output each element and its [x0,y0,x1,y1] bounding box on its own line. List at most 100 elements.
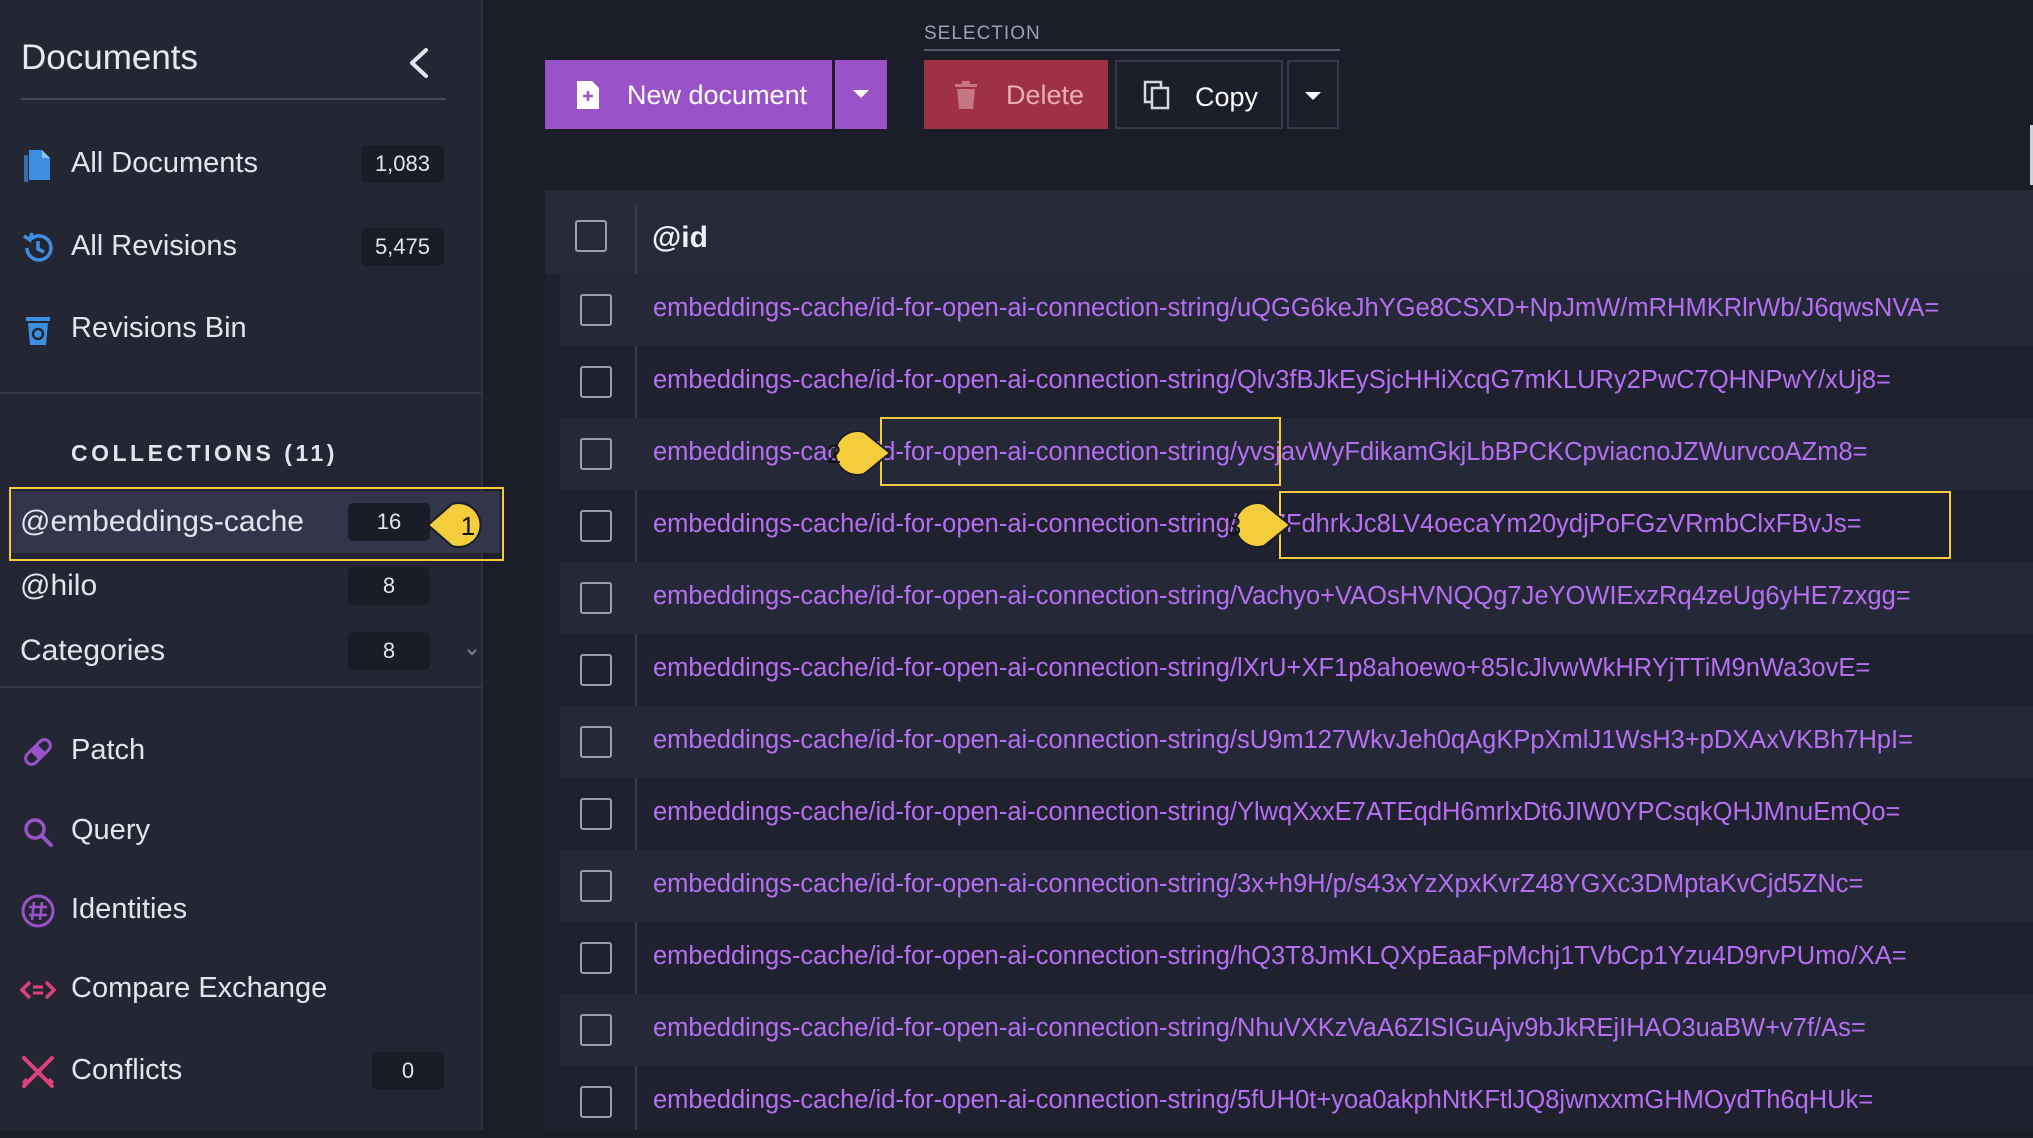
annotation-badge-1: 1 [426,502,482,548]
document-id-link[interactable]: embeddings-cache/id-for-open-ai-connecti… [653,798,1900,827]
table-row[interactable]: embeddings-cache/id-for-open-ai-connecti… [560,634,2033,706]
copy-label: Copy [1195,82,1259,112]
row-checkbox[interactable] [580,654,612,686]
count-badge: 5,475 [360,228,444,266]
table-row[interactable]: embeddings-cache/id-for-open-ai-connecti… [560,850,2033,922]
document-id-link[interactable]: embeddings-cache/id-for-open-ai-connecti… [653,294,1939,323]
sidebar-item-label: Conflicts [71,1054,183,1086]
new-file-icon [577,81,599,109]
copy-button[interactable]: Copy [1115,60,1283,129]
count-badge: 8 [348,632,430,670]
count-badge: 8 [348,567,430,605]
sidebar-item-all-documents[interactable]: All Documents 1,083 [20,135,446,195]
sidebar-item-compare-exchange[interactable]: Compare Exchange [20,960,446,1020]
divider [0,686,483,688]
annotation-number: 1 [461,511,475,541]
collection-name: Categories [20,634,166,667]
row-checkbox[interactable] [580,1014,612,1046]
annotation-number: 3 [1227,511,1241,541]
sidebar-header: Documents [21,20,446,100]
document-id-link[interactable]: embeddings-cache/id-for-open-ai-connecti… [653,870,1863,899]
sidebar-item-patch[interactable]: Patch [20,722,446,782]
sidebar-item-identities[interactable]: Identities [20,881,446,941]
table-row[interactable]: embeddings-cache/id-for-open-ai-connecti… [560,418,2033,490]
trash-icon [955,81,977,109]
select-all-checkbox[interactable] [575,220,607,252]
highlight-box-id-suffix [1279,491,1951,559]
copy-icon [1143,80,1170,110]
delete-label: Delete [1006,80,1085,110]
row-checkbox[interactable] [580,366,612,398]
count-badge: 1,083 [360,145,444,183]
sidebar-item-label: Query [71,814,150,846]
scroll-down-icon[interactable] [466,647,478,657]
row-checkbox[interactable] [580,942,612,974]
row-checkbox[interactable] [580,438,612,470]
sidebar-item-conflicts[interactable]: Conflicts 0 [20,1042,446,1102]
table-row[interactable]: embeddings-cache/id-for-open-ai-connecti… [560,994,2033,1066]
search-icon [24,818,53,847]
collection-name: @hilo [20,569,98,602]
row-checkbox[interactable] [580,1086,612,1118]
caret-down-icon [853,90,869,98]
documents-icon [24,150,50,182]
documents-table: @id embeddings-cache/id-for-open-ai-conn… [545,190,2033,1130]
new-document-dropdown-button[interactable] [835,60,887,129]
document-id-link[interactable]: embeddings-cache/id-for-open-ai-connecti… [653,366,1891,395]
sidebar-item-query[interactable]: Query [20,802,446,862]
hash-icon [21,894,55,928]
sidebar: Documents All Documents 1,083 All Revisi… [0,0,500,1130]
sidebar-item-label: Compare Exchange [71,972,328,1004]
table-row[interactable]: embeddings-cache/id-for-open-ai-connecti… [560,562,2033,634]
row-checkbox[interactable] [580,798,612,830]
sidebar-item-label: Identities [71,893,188,925]
document-id-link[interactable]: embeddings-cache/id-for-open-ai-connecti… [653,582,1911,611]
delete-button[interactable]: Delete [924,60,1108,129]
conflicts-icon [21,1056,55,1088]
highlight-box-id-prefix [880,417,1281,486]
count-badge: 0 [372,1052,444,1090]
compare-exchange-icon [20,980,56,1000]
sidebar-item-label: All Documents [71,147,258,179]
annotation-badge-2: 2 [827,430,892,476]
selection-label: SELECTION [924,23,1041,44]
copy-dropdown-button[interactable] [1287,60,1339,129]
document-id-link[interactable]: embeddings-cache/id-for-open-ai-connecti… [653,1014,1866,1043]
sidebar-title: Documents [21,38,199,77]
document-id-link[interactable]: embeddings-cache/id-for-open-ai-connecti… [653,942,1907,971]
row-checkbox[interactable] [580,510,612,542]
table-row[interactable]: embeddings-cache/id-for-open-ai-connecti… [560,922,2033,994]
history-icon [23,232,53,262]
table-row[interactable]: embeddings-cache/id-for-open-ai-connecti… [560,706,2033,778]
row-checkbox[interactable] [580,726,612,758]
sidebar-item-label: Revisions Bin [71,312,247,344]
table-header: @id [545,190,2033,274]
row-checkbox[interactable] [580,870,612,902]
annotation-badge-3: 3 [1227,502,1292,548]
divider [0,392,483,394]
bin-icon [26,317,50,345]
patch-icon [24,738,52,766]
sidebar-item-revisions-bin[interactable]: Revisions Bin [20,300,446,360]
new-document-button[interactable]: New document [545,60,832,129]
document-id-link[interactable]: embeddings-cache/id-for-open-ai-connecti… [653,726,1913,755]
sidebar-item-label: Patch [71,734,146,766]
sidebar-item-all-revisions[interactable]: All Revisions 5,475 [20,218,446,278]
selection-divider [924,49,1340,51]
collections-heading: COLLECTIONS (11) [71,440,338,466]
row-checkbox[interactable] [580,294,612,326]
caret-down-icon [1305,92,1321,100]
table-row[interactable]: embeddings-cache/id-for-open-ai-connecti… [560,778,2033,850]
table-row[interactable]: embeddings-cache/id-for-open-ai-connecti… [560,274,2033,346]
annotation-number: 2 [827,439,841,469]
chevron-left-icon[interactable] [404,46,434,80]
row-checkbox[interactable] [580,582,612,614]
document-id-link[interactable]: embeddings-cache/id-for-open-ai-connecti… [653,1086,1873,1115]
table-row[interactable]: embeddings-cache/id-for-open-ai-connecti… [560,1066,2033,1138]
sidebar-item-label: All Revisions [71,230,237,262]
document-id-link[interactable]: embeddings-cache/id-for-open-ai-connecti… [653,654,1870,683]
column-header-id[interactable]: @id [652,221,708,255]
collection-item-hilo[interactable]: @hilo 8 [10,555,500,617]
collection-item-categories[interactable]: Categories 8 [10,620,500,670]
table-row[interactable]: embeddings-cache/id-for-open-ai-connecti… [560,346,2033,418]
